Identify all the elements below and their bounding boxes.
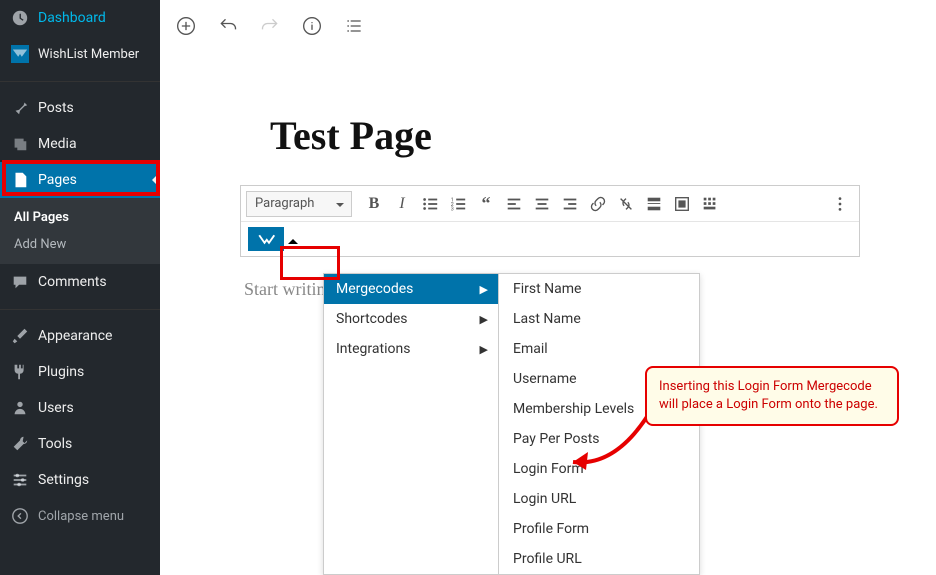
dropdown-toggle-icon[interactable]: [288, 234, 298, 244]
dd-item-loginform[interactable]: Login Form: [499, 454, 699, 484]
sidebar-label: Plugins: [38, 364, 84, 380]
wishlist-check-icon: [257, 233, 275, 245]
wishlist-icon: [10, 44, 30, 64]
link-button[interactable]: [584, 190, 612, 218]
dd-cat-integrations[interactable]: Integrations▶: [324, 334, 498, 364]
align-left-button[interactable]: [500, 190, 528, 218]
chevron-right-icon: ▶: [480, 283, 488, 296]
kitchensink-button[interactable]: [696, 190, 724, 218]
sidebar-item-posts[interactable]: Posts: [0, 90, 160, 126]
admin-sidebar: Dashboard WishList Member Posts Media Pa…: [0, 0, 160, 575]
sliders-icon: [10, 470, 30, 490]
dd-item-lastname[interactable]: Last Name: [499, 304, 699, 334]
sidebar-item-wishlist[interactable]: WishList Member: [0, 36, 160, 72]
pin-icon: [10, 98, 30, 118]
chevron-right-icon: ▶: [480, 313, 488, 326]
dd-item-email[interactable]: Email: [499, 334, 699, 364]
dropdown-categories: Mergecodes▶ Shortcodes▶ Integrations▶: [324, 274, 499, 574]
sidebar-label: Appearance: [38, 328, 112, 344]
sidebar-submenu-pages: All Pages Add New: [0, 198, 160, 264]
readmore-button[interactable]: [640, 190, 668, 218]
sidebar-item-users[interactable]: Users: [0, 390, 160, 426]
annotation-callout: Inserting this Login Form Mergecode will…: [645, 366, 899, 426]
wrench-icon: [10, 434, 30, 454]
sidebar-item-media[interactable]: Media: [0, 126, 160, 162]
wishlist-toolbar-button[interactable]: [248, 227, 284, 251]
sidebar-label: WishList Member: [38, 47, 139, 62]
plug-icon: [10, 362, 30, 382]
dd-cat-mergecodes[interactable]: Mergecodes▶: [324, 274, 498, 304]
ol-button[interactable]: 123: [444, 190, 472, 218]
sidebar-label: Dashboard: [38, 10, 106, 26]
chevron-right-icon: ▶: [480, 343, 488, 356]
wishlist-dropdown: Mergecodes▶ Shortcodes▶ Integrations▶ Fi…: [323, 273, 700, 575]
sidebar-label: Tools: [38, 436, 72, 452]
dd-cat-shortcodes[interactable]: Shortcodes▶: [324, 304, 498, 334]
sidebar-item-tools[interactable]: Tools: [0, 426, 160, 462]
collapse-menu[interactable]: Collapse menu: [0, 498, 160, 534]
dd-item-loginurl[interactable]: Login URL: [499, 484, 699, 514]
classic-block: Paragraph B I 123 “: [240, 185, 860, 257]
dd-item-firstname[interactable]: First Name: [499, 274, 699, 304]
sidebar-item-appearance[interactable]: Appearance: [0, 318, 160, 354]
sidebar-label: Settings: [38, 472, 89, 488]
sidebar-item-settings[interactable]: Settings: [0, 462, 160, 498]
ul-button[interactable]: [416, 190, 444, 218]
dd-item-profileform[interactable]: Profile Form: [499, 514, 699, 544]
italic-button[interactable]: I: [388, 190, 416, 218]
brush-icon: [10, 326, 30, 346]
align-center-button[interactable]: [528, 190, 556, 218]
page-title[interactable]: Test Page: [270, 112, 896, 159]
dd-item-profileurl[interactable]: Profile URL: [499, 544, 699, 574]
collapse-icon: [10, 506, 30, 526]
toolbar-row-1: Paragraph B I 123 “: [241, 186, 859, 222]
redo-button[interactable]: [258, 14, 282, 38]
fullscreen-button[interactable]: [668, 190, 696, 218]
more-button[interactable]: [826, 190, 854, 218]
quote-button[interactable]: “: [472, 190, 500, 218]
info-button[interactable]: [300, 14, 324, 38]
sidebar-label: Pages: [38, 172, 77, 188]
collapse-label: Collapse menu: [38, 509, 124, 524]
sidebar-label: Users: [38, 400, 74, 416]
dashboard-icon: [10, 8, 30, 28]
sidebar-sub-add-new[interactable]: Add New: [0, 231, 160, 258]
editor-topbar: [160, 0, 936, 52]
sidebar-label: Posts: [38, 100, 74, 116]
dd-item-payperposts[interactable]: Pay Per Posts: [499, 424, 699, 454]
bold-button[interactable]: B: [360, 190, 388, 218]
outline-button[interactable]: [342, 14, 366, 38]
sidebar-item-comments[interactable]: Comments: [0, 264, 160, 300]
add-block-button[interactable]: [174, 14, 198, 38]
comments-icon: [10, 272, 30, 292]
paragraph-select[interactable]: Paragraph: [246, 191, 352, 217]
sidebar-label: Comments: [38, 274, 107, 290]
svg-text:3: 3: [451, 206, 454, 212]
undo-button[interactable]: [216, 14, 240, 38]
sidebar-label: Media: [38, 136, 77, 152]
sidebar-sub-all-pages[interactable]: All Pages: [0, 204, 160, 231]
sidebar-item-pages[interactable]: Pages: [0, 162, 160, 198]
toolbar-row-2: [241, 222, 859, 256]
classic-toolbar: Paragraph B I 123 “: [240, 185, 860, 257]
sidebar-item-dashboard[interactable]: Dashboard: [0, 0, 160, 36]
media-icon: [10, 134, 30, 154]
pages-icon: [10, 170, 30, 190]
align-right-button[interactable]: [556, 190, 584, 218]
users-icon: [10, 398, 30, 418]
sidebar-item-plugins[interactable]: Plugins: [0, 354, 160, 390]
unlink-button[interactable]: [612, 190, 640, 218]
